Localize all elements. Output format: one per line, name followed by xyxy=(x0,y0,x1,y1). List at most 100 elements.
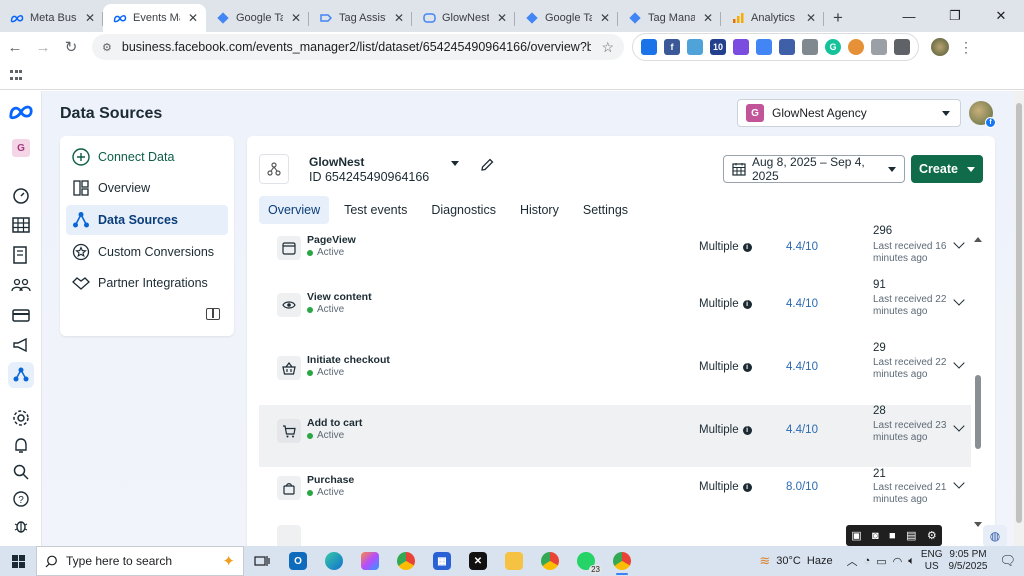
tab-test-events[interactable]: Test events xyxy=(335,196,416,224)
cookie-ext-icon[interactable] xyxy=(848,39,864,55)
translate-ext-icon[interactable] xyxy=(756,39,772,55)
scroll-up-icon[interactable] xyxy=(974,237,982,242)
expand-chevron-icon[interactable] xyxy=(953,294,965,306)
create-button[interactable]: Create xyxy=(911,155,983,183)
camera-ext-icon[interactable] xyxy=(802,39,818,55)
catalog-icon[interactable] xyxy=(8,242,34,268)
expand-chevron-icon[interactable] xyxy=(953,477,965,489)
notifications-bell-icon[interactable] xyxy=(8,433,34,459)
checklist-ext-icon[interactable] xyxy=(871,39,887,55)
meta-logo-icon[interactable] xyxy=(8,103,34,121)
browser-tab-active[interactable]: Events Manag ✕ xyxy=(103,4,206,32)
browser-tab[interactable]: GlowNest - ✕ xyxy=(412,4,515,32)
address-bar[interactable]: ⚙ business.facebook.com/events_manager2/… xyxy=(92,34,624,60)
wifi-icon[interactable]: ◠ xyxy=(893,555,903,568)
page-scrollbar[interactable] xyxy=(1014,91,1024,546)
chevron-up-icon[interactable]: ︿ xyxy=(847,553,858,569)
start-button[interactable] xyxy=(0,546,36,576)
store-icon[interactable]: ▦ xyxy=(424,546,460,576)
close-window-icon[interactable]: ✕ xyxy=(978,0,1024,32)
volume-icon[interactable]: 🔈︎ xyxy=(908,555,915,568)
battery-icon[interactable]: ▭ xyxy=(876,555,886,568)
scroll-thumb[interactable] xyxy=(975,375,981,449)
info-icon[interactable]: i xyxy=(742,482,752,492)
tab-settings[interactable]: Settings xyxy=(574,196,637,224)
chrome-icon-active[interactable] xyxy=(604,546,640,576)
megaphone-icon[interactable] xyxy=(8,332,34,358)
audiences-icon[interactable] xyxy=(8,272,34,298)
minimize-icon[interactable]: — xyxy=(886,0,932,32)
meet-icon[interactable]: ◔ xyxy=(864,555,871,567)
browser-tab[interactable]: Meta Business ✕ xyxy=(0,4,103,32)
settings-gear-icon[interactable]: ⚙ xyxy=(927,529,937,542)
tab-diagnostics[interactable]: Diagnostics xyxy=(422,196,505,224)
reload-icon[interactable]: ↻ xyxy=(58,34,84,60)
browser-menu-icon[interactable]: ⋮ xyxy=(959,39,973,56)
whatsapp-icon[interactable]: 23 xyxy=(568,546,604,576)
dashboard-icon[interactable] xyxy=(8,183,34,209)
language-indicator[interactable]: ENG US xyxy=(921,549,943,573)
account-badge[interactable]: G xyxy=(12,139,30,157)
window-icon[interactable]: ▤ xyxy=(906,529,916,542)
settings-gear-icon[interactable] xyxy=(8,405,34,431)
notification-center-icon[interactable]: 🗨︎ xyxy=(999,553,1016,569)
event-match-quality[interactable]: 4.4/10 xyxy=(786,361,818,373)
bookmark-star-icon[interactable]: ☆ xyxy=(601,39,614,56)
tab-history[interactable]: History xyxy=(511,196,568,224)
avatar[interactable]: f xyxy=(969,101,996,128)
collapse-sidebar-icon[interactable] xyxy=(206,308,220,320)
info-icon[interactable]: i xyxy=(742,242,752,252)
tab-close-icon[interactable]: ✕ xyxy=(186,11,200,25)
browser-tab[interactable]: Google Tag M ✕ xyxy=(206,4,309,32)
table-row[interactable]: View content Active Multiple i 4.4/10 91 … xyxy=(259,279,971,341)
event-match-quality[interactable]: 4.4/10 xyxy=(786,241,818,253)
search-ext-icon[interactable] xyxy=(687,39,703,55)
tab-close-icon[interactable]: ✕ xyxy=(598,11,612,25)
outlook-icon[interactable]: O xyxy=(280,546,316,576)
events-scrollbar[interactable] xyxy=(974,237,982,527)
puzzle-extensions-icon[interactable] xyxy=(894,39,910,55)
sidebar-item-overview[interactable]: Overview xyxy=(66,173,228,203)
expand-chevron-icon[interactable] xyxy=(953,357,965,369)
profile-avatar-icon[interactable] xyxy=(931,38,949,56)
info-icon[interactable]: i xyxy=(742,362,752,372)
billing-icon[interactable] xyxy=(8,302,34,328)
browser-tab[interactable]: Google Tag M ✕ xyxy=(515,4,618,32)
event-match-quality[interactable]: 4.4/10 xyxy=(786,298,818,310)
event-match-quality[interactable]: 4.4/10 xyxy=(786,424,818,436)
taskbar-search[interactable]: Type here to search ✦ xyxy=(36,546,244,576)
tab-close-icon[interactable]: ✕ xyxy=(701,11,715,25)
table-row[interactable]: Purchase Active Multiple i 8.0/10 21 Last… xyxy=(259,462,971,524)
tag-assistant-ext-icon[interactable] xyxy=(641,39,657,55)
browser-tab[interactable]: Tag Manager ✕ xyxy=(618,4,721,32)
clock[interactable]: 9:05 PM 9/5/2025 xyxy=(949,549,988,573)
info-icon[interactable]: i xyxy=(742,299,752,309)
search-icon[interactable] xyxy=(8,459,34,485)
image-ext-icon[interactable] xyxy=(779,39,795,55)
sidebar-item-data-sources[interactable]: Data Sources xyxy=(66,205,228,235)
video-icon[interactable]: ■ xyxy=(889,530,896,542)
task-view-icon[interactable] xyxy=(244,546,280,576)
dataset-switch-chevron-icon[interactable] xyxy=(451,161,459,166)
edge-icon[interactable] xyxy=(316,546,352,576)
tab-close-icon[interactable]: ✕ xyxy=(83,11,97,25)
copilot-icon[interactable] xyxy=(352,546,388,576)
tab-close-icon[interactable]: ✕ xyxy=(804,11,818,25)
sidebar-item-partner-integrations[interactable]: Partner Integrations xyxy=(66,268,228,298)
sidebar-item-custom-conversions[interactable]: Custom Conversions xyxy=(66,237,228,267)
browser-tab[interactable]: Analytics | H ✕ xyxy=(721,4,824,32)
expand-chevron-icon[interactable] xyxy=(953,237,965,249)
info-icon[interactable]: i xyxy=(742,425,752,435)
screenshot-icon[interactable]: ▣ xyxy=(851,529,861,542)
weather-text[interactable]: 30°C Haze xyxy=(776,555,832,567)
table-row[interactable]: Initiate checkout Active Multiple i 4.4/1… xyxy=(259,342,971,404)
date-range-picker[interactable]: Aug 8, 2025 – Sep 4, 2025 xyxy=(723,155,905,183)
tab-overview[interactable]: Overview xyxy=(259,196,330,224)
scroll-down-icon[interactable] xyxy=(974,522,982,527)
new-tab-button[interactable]: + xyxy=(824,4,852,32)
chrome-icon[interactable] xyxy=(388,546,424,576)
table-row[interactable]: Add to cart Active Multiple i 4.4/10 28 L… xyxy=(259,405,971,467)
forward-icon[interactable]: → xyxy=(30,34,56,60)
business-selector[interactable]: G GlowNest Agency xyxy=(737,99,961,127)
browser-tab[interactable]: Tag Assistant ✕ xyxy=(309,4,412,32)
